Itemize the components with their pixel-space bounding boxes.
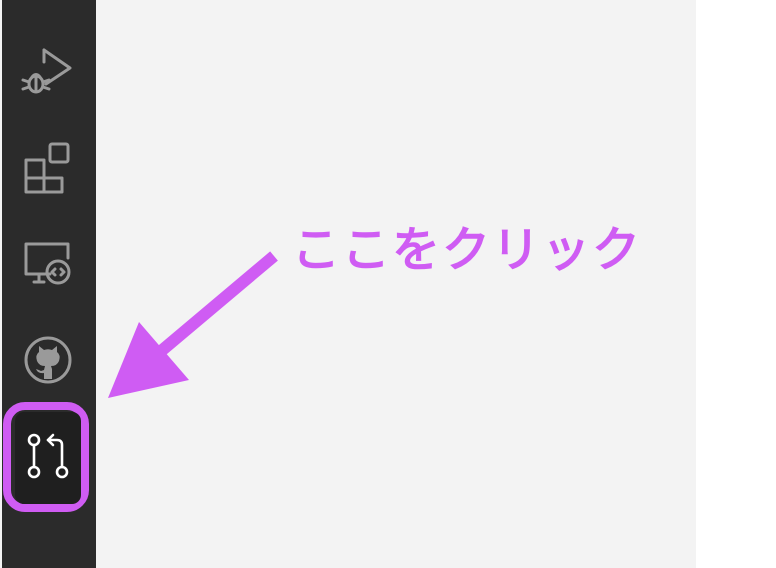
annotation-arrow: [108, 251, 278, 398]
annotation-text: ここをクリック: [292, 222, 643, 278]
